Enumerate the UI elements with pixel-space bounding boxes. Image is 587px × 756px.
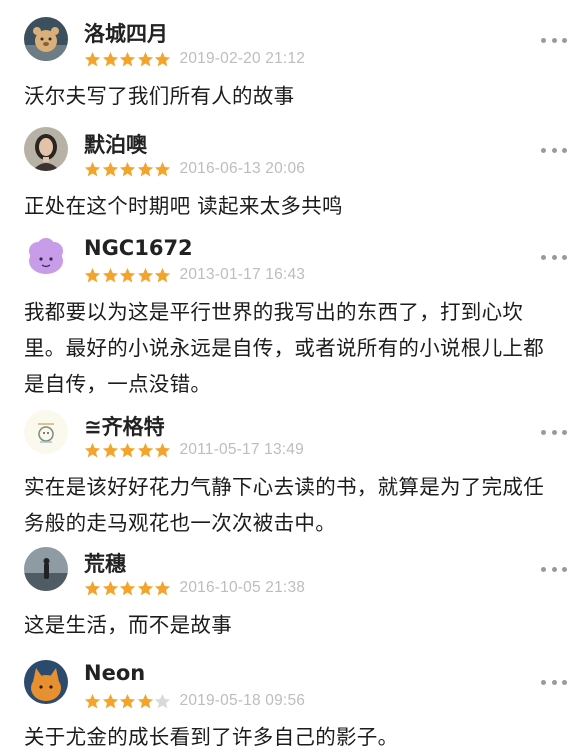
star-rating <box>84 442 172 459</box>
review-author[interactable]: Neon <box>84 661 145 685</box>
review-content: 关于尤金的成长看到了许多自己的影子。 <box>24 725 399 749</box>
more-options-icon[interactable] <box>541 427 567 437</box>
review-author[interactable]: ≅齐格特 <box>84 411 165 441</box>
review-author[interactable]: 默泊噢 <box>84 129 147 159</box>
star-rating <box>84 161 172 178</box>
review-meta: 2016-06-13 20:06 <box>84 159 305 179</box>
review-content: 我都要以为这是平行世界的我写出的东西了，打到心坎里。最好的小说永远是自传，或者说… <box>24 300 544 396</box>
review-content: 实在是该好好花力气静下心去读的书，就算是为了完成任务般的走马观花也一次次被击中。 <box>24 475 544 535</box>
star-filled-icon <box>119 580 136 595</box>
star-filled-icon <box>137 580 153 595</box>
review-meta: 2013-01-17 16:43 <box>84 265 305 285</box>
star-filled-icon <box>119 51 136 66</box>
star-filled-icon <box>84 267 101 282</box>
review-timestamp: 2019-02-20 21:12 <box>179 50 306 67</box>
review-content: 沃尔夫写了我们所有人的故事 <box>24 84 295 108</box>
seaside-figure-avatar-icon[interactable] <box>24 547 68 591</box>
star-filled-icon <box>137 161 153 176</box>
review-content: 这是生活，而不是故事 <box>24 613 232 637</box>
review-timestamp: 2011-05-17 13:49 <box>179 441 304 458</box>
star-filled-icon <box>84 442 101 457</box>
doodle-avatar-icon[interactable] <box>24 410 68 454</box>
star-filled-icon <box>119 161 136 176</box>
review-author[interactable]: 洛城四月 <box>84 18 168 48</box>
review-meta: 2019-02-20 21:12 <box>84 49 305 69</box>
star-rating <box>84 51 172 68</box>
review-timestamp: 2013-01-17 16:43 <box>179 266 306 283</box>
star-filled-icon <box>137 267 153 282</box>
review-timestamp: 2019-05-18 09:56 <box>179 692 306 709</box>
star-filled-icon <box>137 693 153 708</box>
star-filled-icon <box>84 693 101 708</box>
star-filled-icon <box>102 580 118 595</box>
review-author[interactable]: 荒穗 <box>84 548 126 578</box>
star-filled-icon <box>102 267 118 282</box>
star-rating <box>84 693 172 710</box>
star-filled-icon <box>102 161 118 176</box>
woman-portrait-avatar-icon[interactable] <box>24 127 68 171</box>
review-meta: 2019-05-18 09:56 <box>84 691 305 711</box>
more-options-icon[interactable] <box>541 35 567 45</box>
star-filled-icon <box>154 267 171 282</box>
star-filled-icon <box>154 51 171 66</box>
review-timestamp: 2016-10-05 21:38 <box>179 579 306 596</box>
star-empty-icon <box>154 693 171 708</box>
review-timestamp: 2016-06-13 20:06 <box>179 160 306 177</box>
star-filled-icon <box>154 161 171 176</box>
star-filled-icon <box>84 580 101 595</box>
star-filled-icon <box>137 442 153 457</box>
star-filled-icon <box>154 442 171 457</box>
bear-avatar-icon[interactable] <box>24 17 68 61</box>
more-options-icon[interactable] <box>541 252 567 262</box>
review-author[interactable]: NGC1672 <box>84 236 193 260</box>
star-filled-icon <box>119 693 136 708</box>
more-options-icon[interactable] <box>541 677 567 687</box>
review-meta: 2011-05-17 13:49 <box>84 440 304 460</box>
star-filled-icon <box>154 580 171 595</box>
star-filled-icon <box>84 51 101 66</box>
star-filled-icon <box>102 442 118 457</box>
purple-cloud-avatar-icon[interactable] <box>24 235 68 279</box>
star-filled-icon <box>102 51 118 66</box>
review-content: 正处在这个时期吧 读起来太多共鸣 <box>24 194 343 218</box>
more-options-icon[interactable] <box>541 145 567 155</box>
star-rating <box>84 267 172 284</box>
star-filled-icon <box>84 161 101 176</box>
orange-cat-avatar-icon[interactable] <box>24 660 68 704</box>
star-rating <box>84 580 172 597</box>
star-filled-icon <box>119 442 136 457</box>
star-filled-icon <box>137 51 153 66</box>
star-filled-icon <box>119 267 136 282</box>
review-meta: 2016-10-05 21:38 <box>84 578 305 598</box>
more-options-icon[interactable] <box>541 564 567 574</box>
star-filled-icon <box>102 693 118 708</box>
